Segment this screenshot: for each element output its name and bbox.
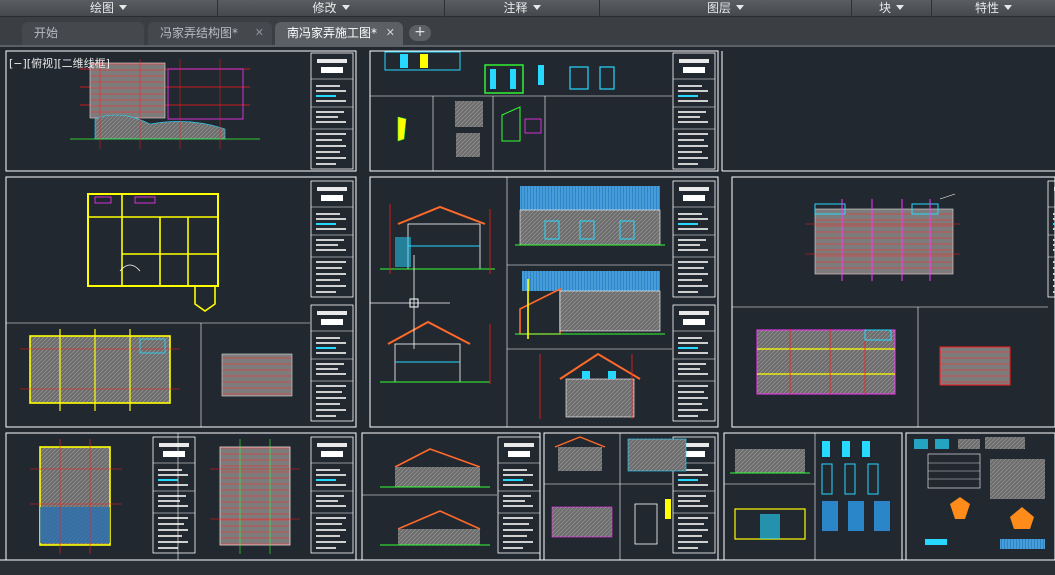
tab-start-label: 开始 <box>34 26 59 40</box>
chevron-down-icon <box>532 5 541 10</box>
viewport-controls-label[interactable]: [−][俯视][二维线框] <box>9 55 110 71</box>
sheet-row3-details[interactable] <box>723 432 903 561</box>
panel-annotate-button[interactable]: 注释 <box>445 0 600 17</box>
panel-annotate-label: 注释 <box>503 1 528 15</box>
panel-modify-button[interactable]: 修改 <box>218 0 445 17</box>
panel-block-button[interactable]: 块 <box>852 0 932 17</box>
plus-icon[interactable]: + <box>409 25 431 41</box>
ribbon-panel-bar: 绘图 修改 注释 图层 块 特性 <box>0 0 1055 17</box>
panel-layers-button[interactable]: 图层 <box>600 0 852 17</box>
close-icon[interactable]: ✕ <box>386 22 395 44</box>
sheet-row3-sections[interactable] <box>361 432 541 561</box>
panel-layers-label: 图层 <box>706 1 731 15</box>
chevron-down-icon <box>736 5 744 10</box>
panel-modify-label: 修改 <box>312 1 337 15</box>
tab-construction-label: 南冯家弄施工图* <box>287 26 378 40</box>
sheet-row3-plans[interactable] <box>5 432 357 561</box>
close-icon[interactable]: ✕ <box>255 22 264 44</box>
chevron-down-icon <box>1004 5 1012 10</box>
panel-draw-label: 绘图 <box>89 1 114 15</box>
panel-block-label: 块 <box>878 1 891 15</box>
cad-drawing-canvas[interactable] <box>0 49 1055 575</box>
tab-structure-drawing[interactable]: 冯家弄结构图* ✕ <box>148 22 272 45</box>
sheet-top-right[interactable] <box>721 51 1055 172</box>
panel-draw-button[interactable]: 绘图 <box>0 0 218 17</box>
tab-structure-label: 冯家弄结构图* <box>160 26 239 40</box>
sheet-row3-components[interactable] <box>905 432 1055 561</box>
sheet-floor-plans[interactable] <box>5 176 357 428</box>
chevron-down-icon <box>341 5 350 10</box>
panel-properties-label: 特性 <box>974 1 999 15</box>
sheet-details[interactable] <box>369 50 719 172</box>
sheet-row3-elevations[interactable] <box>543 432 719 561</box>
file-tab-bar: 开始 冯家弄结构图* ✕ 南冯家弄施工图* ✕ + <box>0 17 1055 47</box>
panel-properties-button[interactable]: 特性 <box>932 0 1055 17</box>
chevron-down-icon <box>896 5 904 10</box>
tab-construction-drawing[interactable]: 南冯家弄施工图* ✕ <box>275 22 403 45</box>
chevron-down-icon <box>119 5 127 10</box>
sheet-roof-plans[interactable] <box>731 176 1055 428</box>
sheet-sections[interactable] <box>369 176 719 428</box>
tab-start[interactable]: 开始 <box>22 22 144 45</box>
